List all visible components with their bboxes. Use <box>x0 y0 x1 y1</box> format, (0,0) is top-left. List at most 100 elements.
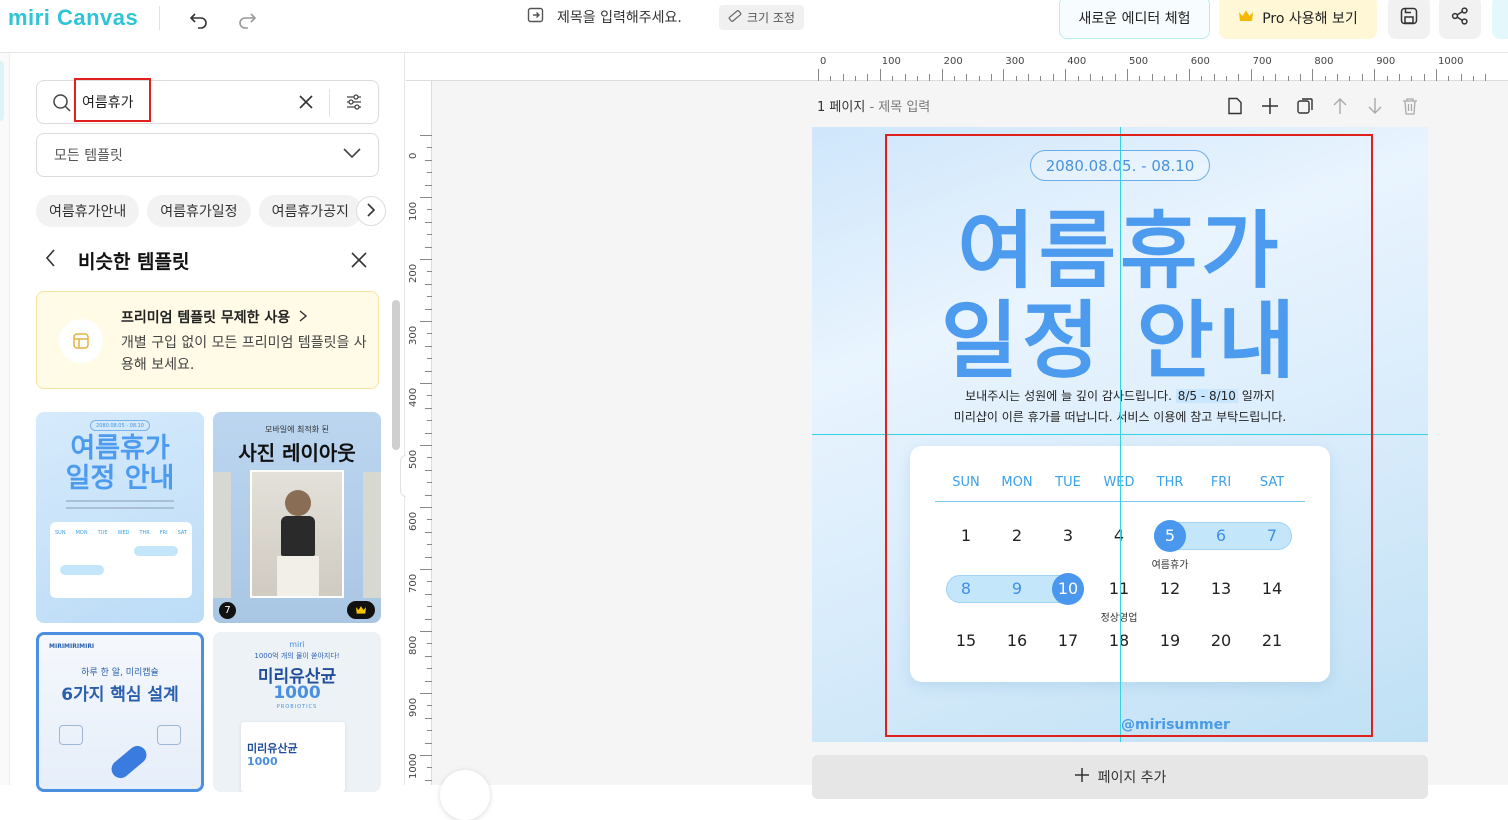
close-icon[interactable] <box>350 251 368 273</box>
ruler-label: 400 <box>1067 56 1087 67</box>
new-editor-button[interactable]: 새로운 에디터 체험 <box>1059 0 1210 39</box>
calendar-date[interactable]: 7 <box>1252 526 1292 545</box>
search-icon <box>52 93 72 117</box>
ruler-tick <box>1114 74 1116 81</box>
calendar-date[interactable]: 4 <box>1099 526 1139 545</box>
template-thumbnail[interactable]: MIRIMIRIMIRI 하루 한 알, 미리캡슐 6가지 핵심 설계 <box>36 632 204 792</box>
ruler-tick <box>427 730 432 732</box>
chip-keyword[interactable]: 여름휴가안내 <box>36 195 140 227</box>
ruler-tick <box>425 531 432 533</box>
calendar-date[interactable]: 18 <box>1099 631 1139 650</box>
ruler-tick <box>427 296 432 298</box>
ruler-tick <box>427 209 432 211</box>
ruler-tick <box>427 581 432 583</box>
highlighted-dates: 8/5 - 8/10 <box>1175 389 1238 403</box>
move-down-icon[interactable] <box>1364 95 1386 117</box>
calendar-date[interactable]: 11 <box>1099 579 1139 598</box>
template-type-select[interactable]: 모든 템플릿 <box>36 133 379 177</box>
ruler-tick <box>427 333 432 335</box>
app-logo[interactable]: miri Canvas <box>8 5 138 31</box>
ruler-tick <box>1448 76 1450 81</box>
ruler-tick <box>1052 74 1054 81</box>
filter-settings-icon[interactable] <box>345 93 363 115</box>
ruler-tick <box>427 767 432 769</box>
calendar-date[interactable]: 21 <box>1252 631 1292 650</box>
trash-icon[interactable] <box>1399 95 1421 117</box>
calendar-date[interactable]: 14 <box>1252 579 1292 598</box>
ruler-tick <box>420 197 432 198</box>
thumb-calendar: SUN MON TUE WED THR FRI SAT <box>50 522 192 598</box>
ruler-label: 400 <box>408 387 419 407</box>
ruler-tick <box>1361 74 1363 81</box>
share-button[interactable] <box>1439 0 1481 39</box>
ruler-tick <box>1460 74 1462 81</box>
ruler-label: 600 <box>1190 56 1210 67</box>
page-title-input[interactable]: - 제목 입력 <box>869 100 930 115</box>
social-handle[interactable]: @mirisummer <box>1121 717 1230 733</box>
duplicate-icon[interactable] <box>1294 95 1316 117</box>
template-thumbnail[interactable]: 2080.08.05 - 08.10 여름휴가 일정 안내 SUN MON TUE W… <box>36 412 204 623</box>
template-thumbnail[interactable]: miri 1000억 개의 물이 쏟아지다! 미리유산균 1000 PROBIO… <box>213 632 381 792</box>
ruler-tick <box>420 135 432 136</box>
resize-button[interactable]: 크기 조정 <box>719 5 804 30</box>
thumb-title-line2: 일정 안내 <box>65 463 175 494</box>
calendar-date[interactable]: 3 <box>1048 526 1088 545</box>
thumb-photo <box>213 472 231 598</box>
chips-next-button[interactable] <box>356 196 386 226</box>
calendar-date[interactable]: 6 <box>1201 526 1241 545</box>
thumb-brand: MIRIMIRIMIRI <box>49 643 95 650</box>
calendar-date[interactable]: 2 <box>997 526 1037 545</box>
calendar-date[interactable]: 13 <box>1201 579 1241 598</box>
panel-toggle-button[interactable] <box>1492 0 1508 39</box>
page-label[interactable]: 1 페이지 - 제목 입력 <box>817 96 930 115</box>
calendar-date[interactable]: 15 <box>946 631 986 650</box>
move-up-icon[interactable] <box>1329 95 1351 117</box>
search-box[interactable] <box>36 80 379 124</box>
ruler-tick <box>425 556 432 558</box>
crown-icon <box>347 601 375 619</box>
save-button[interactable] <box>1388 0 1430 39</box>
undo-icon[interactable] <box>186 6 212 32</box>
calendar-date[interactable]: 1 <box>946 526 986 545</box>
ruler-tick <box>1324 76 1326 81</box>
thumb-capsule <box>107 742 151 782</box>
calendar-date[interactable]: 19 <box>1150 631 1190 650</box>
calendar-date[interactable]: 9 <box>997 579 1037 598</box>
pro-trial-button[interactable]: Pro 사용해 보기 <box>1219 0 1377 39</box>
ruler-tick <box>425 221 432 223</box>
premium-promo-banner[interactable]: 프리미엄 템플릿 무제한 사용 개별 구입 없이 모든 프리미엄 템플릿을 사용… <box>36 291 379 389</box>
add-icon[interactable] <box>1259 95 1281 117</box>
select-value: 모든 템플릿 <box>54 148 123 164</box>
new-page-icon[interactable] <box>1224 95 1246 117</box>
crown-icon <box>1238 9 1254 27</box>
clear-search-icon[interactable] <box>298 94 314 114</box>
ruler-tick <box>966 74 968 81</box>
calendar-date[interactable]: 8 <box>946 579 986 598</box>
calendar-date[interactable]: 12 <box>1150 579 1190 598</box>
back-chevron-icon[interactable] <box>45 249 56 271</box>
calendar-date[interactable]: 10 <box>1048 579 1088 598</box>
chip-keyword[interactable]: 여름휴가일정 <box>147 195 251 227</box>
chip-keyword[interactable]: 여름휴가공지 <box>258 195 362 227</box>
calendar-date[interactable]: 17 <box>1048 631 1088 650</box>
export-icon <box>527 6 545 28</box>
ruler-tick <box>427 668 432 670</box>
calendar-date[interactable]: 5 <box>1150 526 1190 545</box>
add-page-button[interactable]: 페이지 추가 <box>812 755 1428 799</box>
calendar-date[interactable]: 16 <box>997 631 1037 650</box>
active-nav-marker <box>0 61 4 121</box>
document-title[interactable]: 제목을 입력해주세요. <box>527 6 682 28</box>
template-thumbnail[interactable]: 모바일에 최적화 된 사진 레이아웃 7 <box>213 412 381 623</box>
ruler-tick <box>1436 69 1437 81</box>
redo-icon[interactable] <box>234 6 260 32</box>
ruler-tick <box>1300 74 1302 81</box>
thumb-title: 사진 레이아웃 <box>238 441 356 465</box>
search-input[interactable] <box>82 91 282 113</box>
calendar-date[interactable]: 20 <box>1201 631 1241 650</box>
floating-action-button[interactable] <box>440 770 490 820</box>
thumb-photo <box>250 470 344 598</box>
panel-scrollbar[interactable] <box>392 300 400 450</box>
ruler-tick <box>425 370 432 372</box>
thumb-number: 1000 <box>273 683 321 703</box>
top-bar: miri Canvas 제목을 입력해주세요. 크기 조정 새로운 에디터 체험… <box>0 0 1508 53</box>
